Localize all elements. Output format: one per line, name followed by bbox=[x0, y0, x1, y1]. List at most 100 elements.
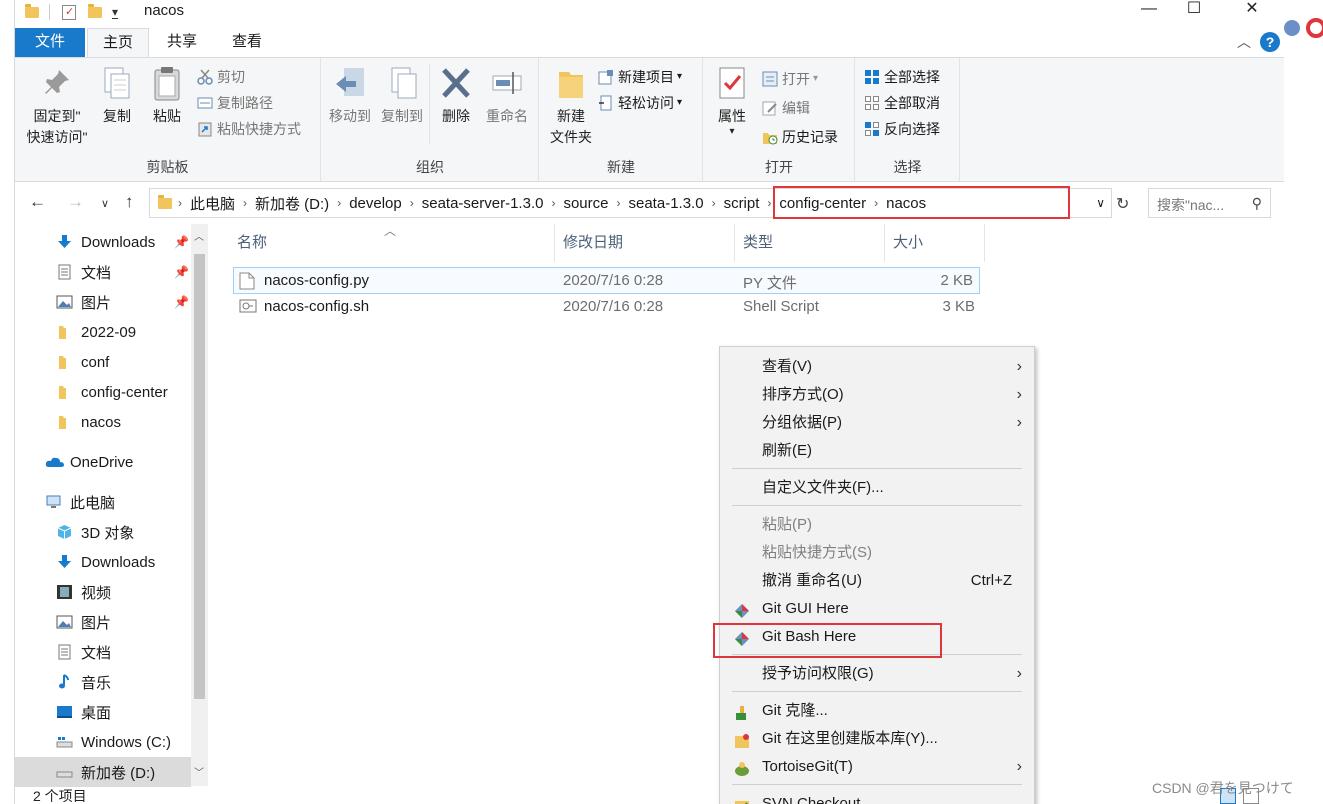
menu-item-git-gui[interactable]: Git GUI Here bbox=[720, 595, 1034, 623]
tab-view[interactable]: 查看 bbox=[220, 28, 274, 57]
properties-button[interactable]: 属性 ▾ bbox=[710, 66, 754, 137]
breadcrumb-develop[interactable]: develop bbox=[343, 195, 408, 212]
copy-button[interactable]: 复制 bbox=[97, 66, 137, 127]
easy-access-button[interactable]: 轻松访问 ▾ bbox=[598, 92, 682, 114]
chevron-right-icon[interactable]: › bbox=[241, 196, 249, 210]
column-header-type[interactable]: 类型 bbox=[735, 224, 885, 262]
nav-item-conf[interactable]: conf bbox=[15, 347, 191, 377]
menu-item-tortoisegit[interactable]: TortoiseGit(T) › bbox=[720, 753, 1034, 781]
rename-button[interactable]: 重命名 bbox=[482, 66, 532, 127]
select-all-button[interactable]: 全部选择 bbox=[864, 66, 940, 88]
file-row[interactable]: nacos-config.sh 2020/7/16 0:28 Shell Scr… bbox=[233, 294, 980, 321]
new-folder-qat-icon[interactable] bbox=[88, 3, 102, 18]
cut-button[interactable]: 剪切 bbox=[197, 66, 245, 88]
chevron-right-icon[interactable]: › bbox=[549, 196, 557, 210]
collapse-ribbon-icon[interactable]: ︿ bbox=[1237, 32, 1251, 52]
pin-quick-access-button[interactable]: 固定到" 快速访问" bbox=[21, 66, 93, 148]
column-header-size[interactable]: 大小 bbox=[885, 224, 985, 262]
breadcrumb-this-pc[interactable]: 此电脑 bbox=[184, 193, 241, 214]
copy-to-button[interactable]: 复制到 bbox=[378, 66, 426, 127]
column-header-name[interactable]: 名称 bbox=[229, 224, 555, 262]
edit-button[interactable]: 编辑 bbox=[762, 97, 810, 119]
file-row[interactable]: nacos-config.py 2020/7/16 0:28 PY 文件 2 K… bbox=[233, 267, 980, 294]
invert-selection-button[interactable]: 反向选择 bbox=[864, 118, 940, 140]
menu-item-paste-shortcut[interactable]: 粘贴快捷方式(S) bbox=[720, 539, 1034, 567]
paste-button[interactable]: 粘贴 bbox=[147, 66, 187, 127]
nav-item-pictures[interactable]: 图片 📌 bbox=[15, 287, 191, 317]
delete-button[interactable]: 删除 bbox=[436, 66, 476, 127]
breadcrumb-source[interactable]: source bbox=[557, 195, 614, 212]
nav-item-pc-documents[interactable]: 文档 bbox=[15, 637, 191, 667]
nav-item-pc-pictures[interactable]: 图片 bbox=[15, 607, 191, 637]
chevron-right-icon[interactable]: › bbox=[335, 196, 343, 210]
nav-item-3d-objects[interactable]: 3D 对象 bbox=[15, 517, 191, 547]
open-button[interactable]: 打开 ▾ bbox=[762, 68, 818, 90]
column-header-date[interactable]: 修改日期 bbox=[555, 224, 735, 262]
paste-shortcut-button[interactable]: 粘贴快捷方式 bbox=[197, 118, 301, 140]
new-item-button[interactable]: 新建项目 ▾ bbox=[598, 66, 682, 88]
nav-item-drive-c[interactable]: Windows (C:) bbox=[15, 727, 191, 757]
chevron-down-icon: ▾ bbox=[729, 126, 735, 137]
nav-item-desktop[interactable]: 桌面 bbox=[15, 697, 191, 727]
maximize-button[interactable]: ☐ bbox=[1171, 0, 1217, 27]
back-arrow-icon[interactable]: ← bbox=[29, 192, 46, 212]
nav-item-label: 音乐 bbox=[81, 674, 112, 692]
close-button[interactable]: ✕ bbox=[1229, 0, 1275, 27]
tab-home[interactable]: 主页 bbox=[87, 28, 149, 57]
menu-item-undo-rename[interactable]: 撤消 重命名(U) Ctrl+Z bbox=[720, 567, 1034, 595]
minimize-button[interactable]: — bbox=[1126, 0, 1172, 27]
tab-share[interactable]: 共享 bbox=[155, 28, 209, 57]
menu-item-git-create-repo[interactable]: Git 在这里创建版本库(Y)... bbox=[720, 725, 1034, 753]
up-arrow-icon[interactable]: ↑ bbox=[125, 192, 134, 212]
select-none-button[interactable]: 全部取消 bbox=[864, 92, 940, 114]
menu-item-group-by[interactable]: 分组依据(P) › bbox=[720, 409, 1034, 437]
recent-locations-chevron-icon[interactable]: ∨ bbox=[101, 197, 109, 210]
scroll-up-icon[interactable]: ︿ bbox=[194, 228, 204, 243]
address-history-chevron-icon[interactable]: ∨ bbox=[1096, 196, 1105, 210]
breadcrumb-script[interactable]: script bbox=[718, 195, 766, 212]
forward-arrow-icon[interactable]: → bbox=[67, 192, 84, 212]
search-icon[interactable]: ⚲ bbox=[1252, 195, 1262, 212]
menu-item-sort-by[interactable]: 排序方式(O) › bbox=[720, 381, 1034, 409]
menu-item-svn-checkout[interactable]: SVN Checkout... bbox=[720, 790, 1034, 804]
customize-qat-dropdown[interactable]: ▾ bbox=[112, 6, 119, 19]
help-icon[interactable]: ? bbox=[1260, 32, 1280, 52]
new-folder-button[interactable]: 新建 文件夹 bbox=[546, 66, 596, 148]
tab-file[interactable]: 文件 bbox=[15, 28, 85, 57]
menu-item-refresh[interactable]: 刷新(E) bbox=[720, 437, 1034, 465]
chevron-right-icon[interactable]: › bbox=[176, 196, 184, 210]
nav-item-videos[interactable]: 视频 bbox=[15, 577, 191, 607]
nav-item-2022-09[interactable]: 2022-09 bbox=[15, 317, 191, 347]
app-icon bbox=[1306, 18, 1323, 38]
menu-item-give-access[interactable]: 授予访问权限(G) › bbox=[720, 660, 1034, 688]
chevron-right-icon[interactable]: › bbox=[408, 196, 416, 210]
menu-item-customize-folder[interactable]: 自定义文件夹(F)... bbox=[720, 474, 1034, 502]
nav-item-onedrive[interactable]: OneDrive bbox=[15, 447, 191, 477]
menu-item-view[interactable]: 查看(V) › bbox=[720, 353, 1034, 381]
nav-item-drive-d[interactable]: 新加卷 (D:) bbox=[15, 757, 191, 787]
breadcrumb-seata[interactable]: seata-1.3.0 bbox=[623, 195, 710, 212]
scroll-thumb[interactable] bbox=[194, 254, 205, 699]
nav-item-downloads[interactable]: Downloads 📌 bbox=[15, 227, 191, 257]
breadcrumb-seata-server[interactable]: seata-server-1.3.0 bbox=[416, 195, 550, 212]
search-input[interactable]: 搜索"nac... ⚲ bbox=[1148, 188, 1271, 218]
nav-scrollbar[interactable]: ︿ ﹀ bbox=[191, 224, 208, 786]
copy-path-button[interactable]: 复制路径 bbox=[197, 92, 273, 114]
chevron-right-icon[interactable]: › bbox=[710, 196, 718, 210]
scroll-down-icon[interactable]: ﹀ bbox=[194, 764, 204, 779]
history-button[interactable]: 历史记录 bbox=[762, 126, 838, 148]
chevron-right-icon[interactable]: › bbox=[615, 196, 623, 210]
nav-item-music[interactable]: 音乐 bbox=[15, 667, 191, 697]
menu-item-git-clone[interactable]: Git 克隆... bbox=[720, 697, 1034, 725]
file-size: 3 KB bbox=[942, 298, 975, 315]
menu-item-paste[interactable]: 粘贴(P) bbox=[720, 511, 1034, 539]
move-to-button[interactable]: 移动到 bbox=[326, 66, 374, 127]
refresh-icon[interactable]: ↻ bbox=[1116, 194, 1129, 214]
nav-item-nacos[interactable]: nacos bbox=[15, 407, 191, 437]
nav-item-documents[interactable]: 文档 📌 bbox=[15, 257, 191, 287]
nav-item-this-pc[interactable]: 此电脑 bbox=[15, 487, 191, 517]
nav-item-config-center[interactable]: config-center bbox=[15, 377, 191, 407]
breadcrumb-drive-d[interactable]: 新加卷 (D:) bbox=[249, 193, 335, 214]
properties-qat-icon[interactable]: ✓ bbox=[62, 4, 76, 20]
nav-item-pc-downloads[interactable]: Downloads bbox=[15, 547, 191, 577]
